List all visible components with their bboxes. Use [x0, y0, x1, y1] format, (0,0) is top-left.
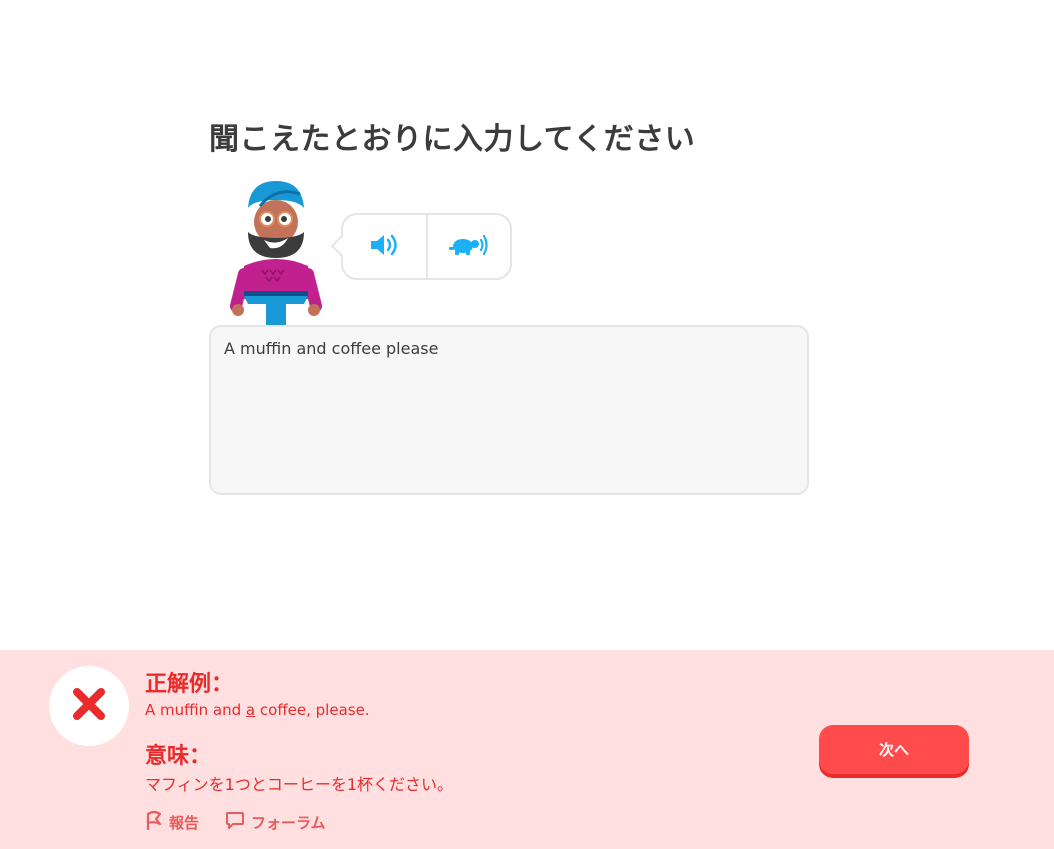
correct-answer-heading: 正解例： — [145, 672, 234, 697]
answer-input[interactable]: A muffin and coffee please — [209, 325, 809, 495]
report-button[interactable]: 報告 — [145, 810, 199, 834]
incorrect-badge — [49, 666, 129, 746]
highlighted-missing-word: a — [245, 701, 256, 719]
prompt-title: 聞こえたとおりに入力してください — [209, 122, 696, 157]
play-slow-audio-button[interactable] — [428, 215, 511, 278]
next-button[interactable]: 次へ — [819, 725, 969, 774]
meaning-heading: 意味： — [145, 744, 212, 769]
play-audio-button[interactable] — [343, 215, 426, 278]
turtle-speaker-icon — [448, 233, 489, 261]
audio-speech-bubble — [341, 213, 512, 280]
forum-button[interactable]: フォーラム — [225, 810, 326, 834]
speaker-icon — [369, 233, 399, 261]
correct-answer-text: A muffin and a coffee, please. — [145, 701, 370, 719]
meaning-text: マフィンを1つとコーヒーを1杯ください。 — [145, 775, 454, 794]
feedback-footer: 正解例： A muffin and a coffee, please. 意味： … — [0, 650, 1054, 849]
x-icon — [72, 687, 106, 725]
forum-label: フォーラム — [251, 813, 326, 832]
report-label: 報告 — [169, 813, 200, 832]
flag-icon — [145, 810, 163, 834]
chat-bubble-icon — [225, 810, 245, 834]
character-illustration — [226, 178, 326, 326]
